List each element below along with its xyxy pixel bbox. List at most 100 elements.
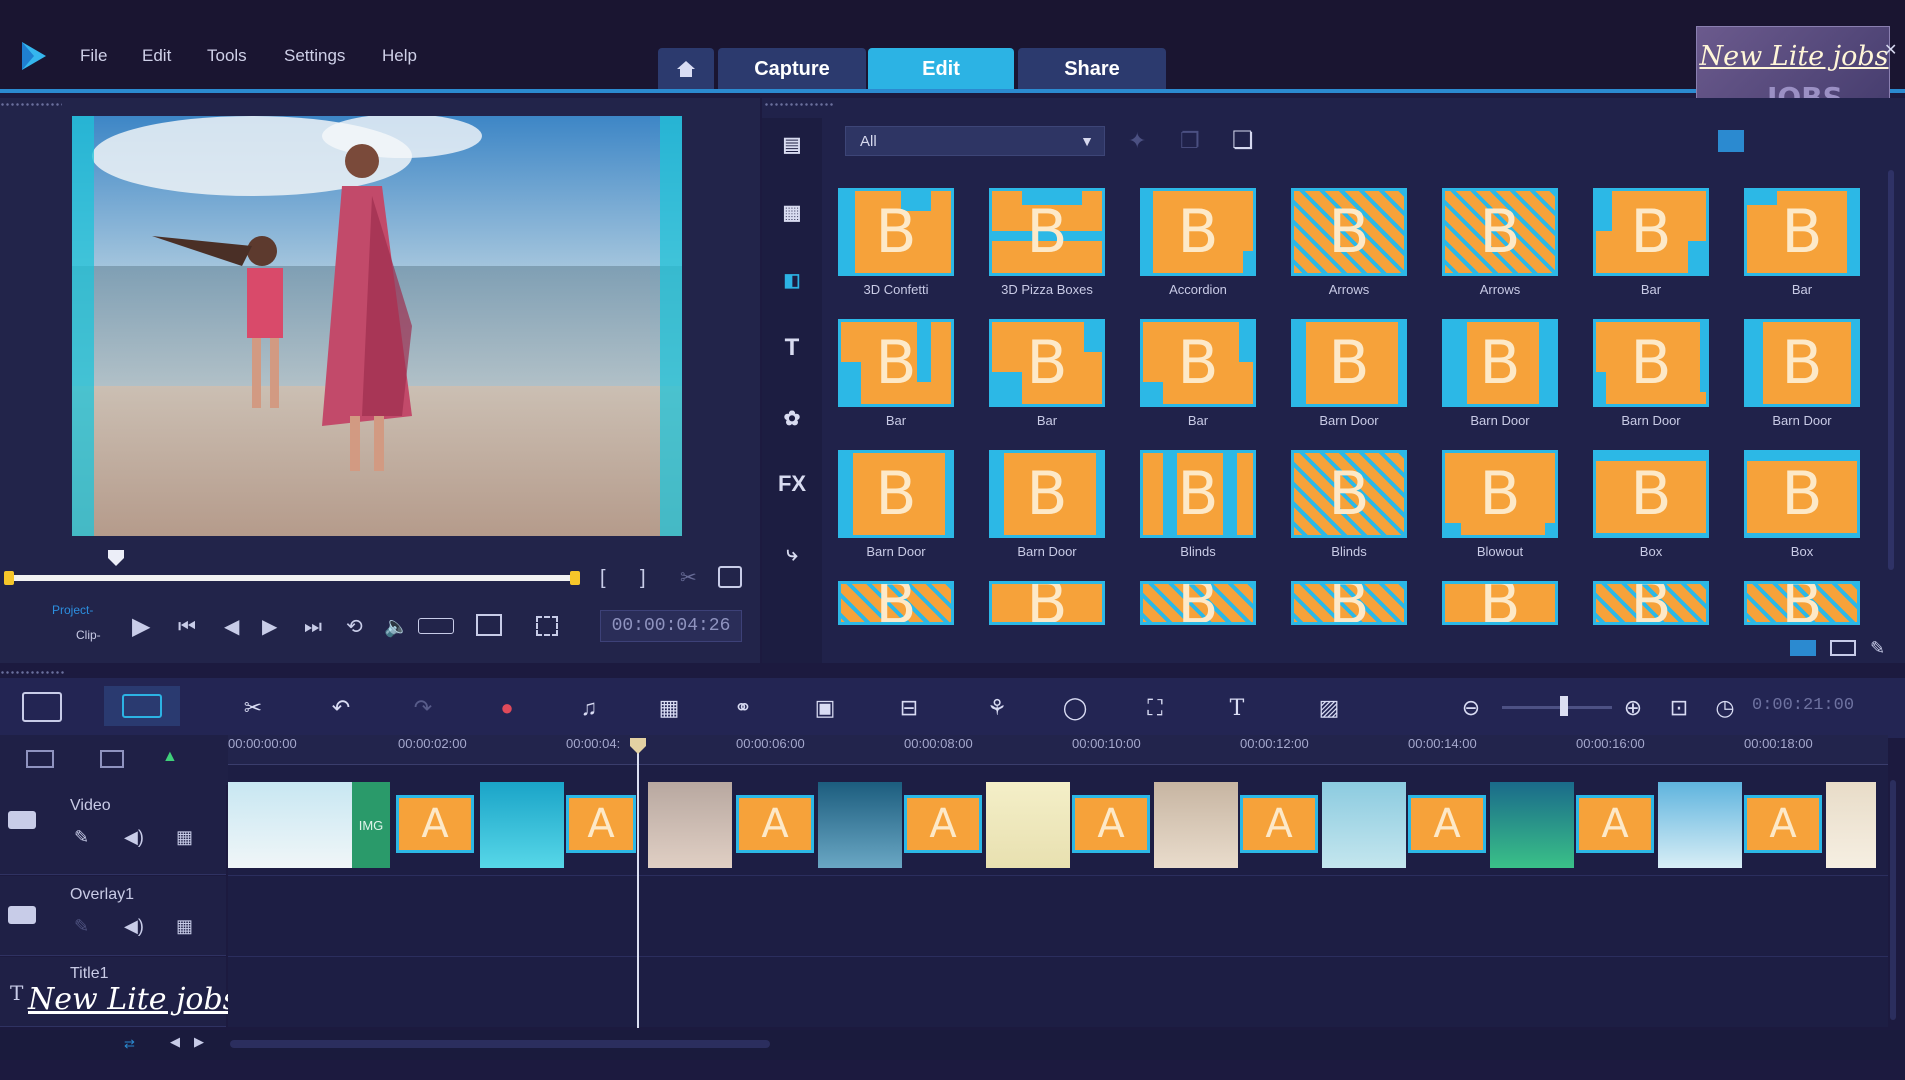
track-manager-icon[interactable] bbox=[26, 750, 54, 768]
mark-in-button[interactable]: [ bbox=[600, 568, 606, 588]
record-capture-icon[interactable]: ● bbox=[488, 690, 526, 726]
tab-edit[interactable]: Edit bbox=[868, 48, 1014, 90]
library-category-dropdown[interactable]: All ▼ bbox=[845, 126, 1105, 156]
subtitle-editor-icon[interactable]: ▣ bbox=[806, 690, 844, 726]
transition-thumbnail[interactable]: B 3D Confetti bbox=[836, 188, 956, 316]
go-to-start-icon[interactable]: ⏮ bbox=[178, 617, 196, 637]
split-screen-icon[interactable]: ▨ bbox=[1310, 690, 1348, 726]
options-icon[interactable]: ✎ bbox=[1870, 638, 1885, 659]
transition-thumbnail[interactable]: B Barn Door bbox=[1289, 319, 1409, 447]
video-clip[interactable] bbox=[228, 782, 352, 868]
timeline-horizontal-scrollbar[interactable] bbox=[230, 1040, 770, 1048]
previous-frame-icon[interactable]: ◀ bbox=[224, 617, 239, 637]
next-frame-icon[interactable]: ▶ bbox=[262, 617, 277, 637]
video-clip[interactable] bbox=[1826, 782, 1876, 868]
transition-thumbnail[interactable]: B Bar bbox=[836, 319, 956, 447]
image-clip-badge[interactable]: IMG bbox=[352, 782, 390, 868]
mark-out-button[interactable]: ] bbox=[640, 568, 646, 588]
random-transition-icon[interactable]: ❏ bbox=[1232, 126, 1254, 155]
redo-icon[interactable]: ↷ bbox=[404, 690, 442, 726]
track-mute-icon[interactable]: ◀) bbox=[124, 827, 144, 848]
thumbnail-view-icon[interactable] bbox=[1790, 640, 1816, 656]
transition-thumbnail[interactable]: B Bar bbox=[1591, 188, 1711, 316]
menu-settings[interactable]: Settings bbox=[284, 46, 345, 66]
transition-thumbnail[interactable]: B bbox=[987, 581, 1107, 630]
menu-file[interactable]: File bbox=[80, 46, 107, 66]
auto-music-icon[interactable]: ▦ bbox=[650, 690, 688, 726]
zoom-slider[interactable] bbox=[1502, 706, 1612, 709]
timecode-display[interactable]: 00:00:04:26 bbox=[600, 610, 742, 642]
scrubber-thumb[interactable] bbox=[106, 548, 126, 568]
clip-mode-label[interactable]: Clip- bbox=[76, 628, 101, 642]
project-mode-label[interactable]: Project- bbox=[52, 603, 93, 617]
graphic-icon[interactable]: ✿ bbox=[770, 398, 814, 438]
scroll-right-icon[interactable]: ▶ bbox=[194, 1034, 204, 1050]
undo-icon[interactable]: ↶ bbox=[322, 690, 360, 726]
chapter-point-icon[interactable] bbox=[100, 750, 124, 768]
trim-end-handle[interactable] bbox=[570, 571, 580, 585]
transition-clip[interactable]: A bbox=[396, 795, 474, 853]
transition-thumbnail[interactable]: B bbox=[1742, 581, 1862, 630]
transition-thumbnail[interactable]: B Bar bbox=[987, 319, 1107, 447]
menu-edit[interactable]: Edit bbox=[142, 46, 171, 66]
library-scrollbar[interactable] bbox=[1888, 170, 1894, 570]
video-clip[interactable] bbox=[986, 782, 1070, 868]
transition-clip[interactable]: A bbox=[1744, 795, 1822, 853]
transition-icon[interactable]: ◧ bbox=[770, 260, 814, 300]
ripple-edit-icon[interactable]: ▲ bbox=[162, 748, 178, 766]
transition-clip[interactable]: A bbox=[1408, 795, 1486, 853]
video-clip[interactable] bbox=[1490, 782, 1574, 868]
pan-zoom-icon[interactable]: ⛶ bbox=[1136, 690, 1174, 726]
enlarge-preview-icon[interactable] bbox=[718, 566, 742, 588]
hd-preview-icon[interactable] bbox=[418, 618, 454, 634]
transition-thumbnail[interactable]: B bbox=[1289, 581, 1409, 630]
scrubber-track[interactable] bbox=[8, 575, 578, 581]
transition-thumbnail[interactable]: B Accordion bbox=[1138, 188, 1258, 316]
transition-thumbnail[interactable]: B Arrows bbox=[1289, 188, 1409, 316]
multi-camera-icon[interactable]: ⊟ bbox=[890, 690, 928, 726]
transition-clip[interactable]: A bbox=[566, 795, 636, 853]
menu-help[interactable]: Help bbox=[382, 46, 417, 66]
transition-clip[interactable]: A bbox=[1072, 795, 1150, 853]
transition-thumbnail[interactable]: B bbox=[1440, 581, 1560, 630]
split-clip-icon[interactable]: ✂ bbox=[680, 568, 697, 588]
video-clip[interactable] bbox=[1154, 782, 1238, 868]
video-clip[interactable] bbox=[480, 782, 564, 868]
close-icon[interactable]: ✕ bbox=[1884, 40, 1897, 60]
tab-home[interactable] bbox=[658, 48, 714, 90]
apply-to-all-icon[interactable]: ❐ bbox=[1180, 128, 1200, 154]
video-camera-icon[interactable] bbox=[8, 811, 36, 829]
mask-creator-icon[interactable]: ◯ bbox=[1056, 690, 1094, 726]
playhead-handle[interactable] bbox=[628, 736, 648, 756]
panel-grip[interactable] bbox=[0, 102, 62, 108]
transition-thumbnail[interactable]: B Barn Door bbox=[1742, 319, 1862, 447]
edit-attributes-icon[interactable]: ✎ bbox=[74, 916, 89, 937]
small-thumb-view-icon[interactable] bbox=[1830, 640, 1856, 656]
transition-thumbnail[interactable]: B Blinds bbox=[1289, 450, 1409, 578]
fx-filter-icon[interactable]: FX bbox=[770, 464, 814, 504]
transition-clip[interactable]: A bbox=[1576, 795, 1654, 853]
menu-tools[interactable]: Tools bbox=[207, 46, 247, 66]
path-icon[interactable]: ⤷ bbox=[770, 534, 814, 574]
timeline-grip[interactable] bbox=[0, 670, 66, 676]
time-remapping-icon[interactable]: ⚘ bbox=[978, 690, 1016, 726]
transition-thumbnail[interactable]: B Barn Door bbox=[987, 450, 1107, 578]
tools-icon[interactable]: ✂ bbox=[234, 690, 272, 726]
transition-thumbnail[interactable]: B 3D Pizza Boxes bbox=[987, 188, 1107, 316]
transition-thumbnail[interactable]: B bbox=[1591, 581, 1711, 630]
ripple-track-icon[interactable]: ▦ bbox=[176, 827, 193, 848]
trim-start-handle[interactable] bbox=[4, 571, 14, 585]
transition-thumbnail[interactable]: B Bar bbox=[1742, 188, 1862, 316]
title-icon[interactable]: T bbox=[770, 328, 814, 368]
timeline-view-button[interactable] bbox=[104, 686, 180, 726]
tab-share[interactable]: Share bbox=[1018, 48, 1166, 90]
tab-capture[interactable]: Capture bbox=[718, 48, 866, 90]
3d-title-editor-icon[interactable]: T bbox=[1218, 690, 1256, 726]
overlay-camera-icon[interactable] bbox=[8, 906, 36, 924]
app-logo-icon[interactable] bbox=[18, 40, 48, 72]
add-to-favorites-icon[interactable]: ✦ bbox=[1128, 128, 1146, 154]
edit-attributes-icon[interactable]: ✎ bbox=[74, 827, 89, 848]
list-view-icon[interactable] bbox=[1718, 130, 1744, 152]
transition-thumbnail[interactable]: B Barn Door bbox=[1440, 319, 1560, 447]
ripple-track-icon[interactable]: ▦ bbox=[176, 916, 193, 937]
